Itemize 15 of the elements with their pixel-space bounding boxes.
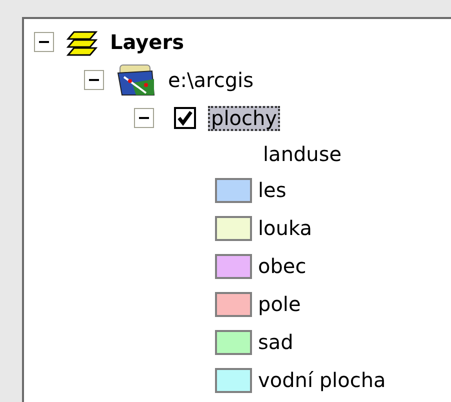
checked-checkbox[interactable] [174,107,196,129]
collapse-icon[interactable] [34,32,54,52]
legend-label: sad [258,330,294,354]
layer-name[interactable]: Layers [110,30,184,54]
legend-label: pole [258,292,301,316]
legend-label: vodní plocha [258,368,386,392]
map-icon [116,63,156,97]
layer-name[interactable]: e:\arcgis [168,68,254,92]
legend-label: les [258,178,286,202]
legend-label: louka [258,216,312,240]
field-name: landuse [263,142,342,166]
layer-name[interactable]: plochy [208,106,280,130]
collapse-icon[interactable] [134,108,154,128]
legend-label: obec [258,254,306,278]
collapse-icon[interactable] [84,70,104,90]
